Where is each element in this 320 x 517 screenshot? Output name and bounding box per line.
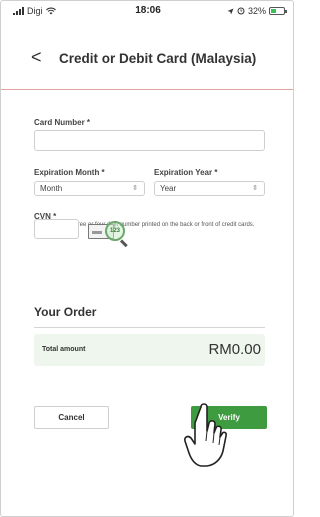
back-button[interactable]: < xyxy=(31,47,42,68)
alarm-icon xyxy=(237,7,245,15)
total-amount-label: Total amount xyxy=(42,346,86,353)
expiration-year-label: Expiration Year * xyxy=(154,168,218,177)
cancel-button[interactable]: Cancel xyxy=(34,406,109,429)
expiration-month-label: Expiration Month * xyxy=(34,168,105,177)
header-divider xyxy=(1,89,293,90)
card-number-input[interactable] xyxy=(34,130,265,151)
total-amount-value: RM0.00 xyxy=(208,341,261,358)
total-amount-box: Total amount RM0.00 xyxy=(34,334,265,366)
cvn-input[interactable] xyxy=(34,219,79,239)
magnifier-icon: 123 xyxy=(105,221,125,241)
verify-button[interactable]: Verify xyxy=(191,406,267,429)
battery-icon xyxy=(269,7,287,15)
page-title: Credit or Debit Card (Malaysia) xyxy=(59,51,257,66)
expiration-month-value: Month xyxy=(40,184,63,193)
location-icon xyxy=(227,8,234,14)
status-bar: Digi 18:06 32% xyxy=(1,1,293,23)
card-number-label: Card Number * xyxy=(34,118,91,127)
expiration-year-value: Year xyxy=(160,184,177,193)
battery-percent: 32% xyxy=(247,6,266,16)
expiration-year-select[interactable]: Year ⇳ xyxy=(154,181,265,196)
phone-screen: Digi 18:06 32% < Credit or Debit Card (M… xyxy=(0,0,294,517)
status-right: 32% xyxy=(227,6,287,16)
select-chevron-icon: ⇳ xyxy=(132,185,138,192)
page-header: < Credit or Debit Card (Malaysia) xyxy=(1,39,293,79)
magnifier-handle xyxy=(119,239,128,248)
order-title: Your Order xyxy=(34,305,97,319)
expiration-month-select[interactable]: Month ⇳ xyxy=(34,181,145,196)
order-divider xyxy=(34,327,265,328)
select-chevron-icon: ⇳ xyxy=(252,185,258,192)
